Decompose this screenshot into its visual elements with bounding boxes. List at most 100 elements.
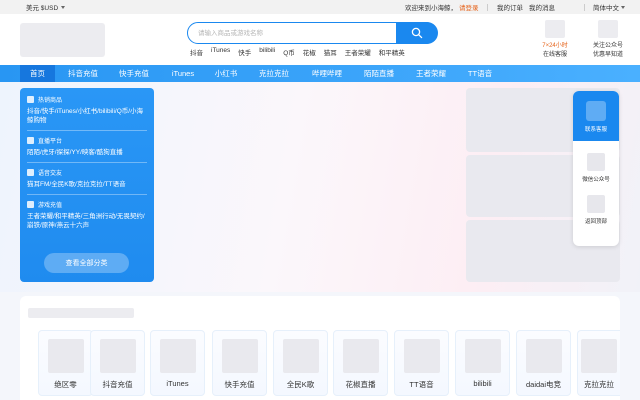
game-thumbnail	[581, 339, 617, 373]
game-label: 抖音充值	[102, 380, 133, 389]
login-link[interactable]: 请登录	[459, 5, 479, 12]
floating-sidebar: 联系客服 微信公众号 返回顶部	[573, 91, 619, 246]
section-title-placeholder	[28, 308, 134, 318]
game-label: 绝区零	[54, 380, 77, 389]
nav-item[interactable]: 陌陌直播	[358, 65, 400, 82]
category-voice: 语音交友 猫耳FM/全民K歌/克拉克拉/TT语音	[27, 168, 147, 189]
category-live: 直播平台 陌陌/虎牙/探探/YY/映客/酷狗直播	[27, 136, 147, 157]
category-title[interactable]: 直播平台	[27, 136, 147, 145]
divider	[584, 4, 585, 11]
wechat-follow[interactable]: 关注公众号 优惠早知道	[588, 20, 628, 58]
currency-label: 美元 $USD	[26, 5, 59, 12]
microphone-icon	[27, 169, 34, 176]
chevron-down-icon	[61, 5, 66, 9]
game-label: TT语音	[409, 380, 434, 389]
game-thumbnail	[525, 339, 562, 373]
category-links[interactable]: 抖音/快手/iTunes/小红书/bilibili/Q币/小海鲸购物	[27, 107, 147, 125]
view-all-categories-button[interactable]: 查看全部分类	[44, 253, 129, 273]
game-thumbnail	[221, 339, 258, 373]
headset-icon	[586, 101, 606, 121]
category-title[interactable]: 游戏充值	[27, 200, 147, 209]
game-card[interactable]: 克拉克拉	[577, 330, 620, 396]
search-input[interactable]	[198, 27, 388, 39]
games-section: 绝区零 抖音充值 iTunes 快手充值 全民K歌 花椒直播 TT语音 bili…	[20, 296, 620, 400]
wechat-account-button[interactable]: 微信公众号	[573, 153, 619, 183]
game-thumbnail	[159, 339, 196, 373]
currency-selector[interactable]: 美元 $USD	[26, 2, 66, 12]
nav-item-home[interactable]: 首页	[20, 65, 55, 82]
game-thumbnail	[282, 339, 319, 373]
search-icon	[411, 27, 422, 38]
game-label: bilibili	[473, 379, 492, 388]
game-label: daidai电竞	[525, 380, 562, 389]
contact-service-button[interactable]: 联系客服	[573, 91, 619, 141]
hot-link[interactable]: 猫耳	[324, 47, 337, 57]
category-title-label: 语音交友	[38, 171, 63, 177]
divider	[520, 4, 521, 11]
nav-item[interactable]: 王者荣耀	[410, 65, 452, 82]
contact-service-label: 联系客服	[584, 127, 607, 133]
game-card[interactable]: iTunes	[150, 330, 205, 396]
headset-icon	[545, 20, 565, 38]
game-card[interactable]: 全民K歌	[273, 330, 328, 396]
hot-link[interactable]: bilibili	[259, 47, 275, 57]
game-card[interactable]: 快手充值	[212, 330, 267, 396]
category-title[interactable]: 热销商品	[27, 95, 147, 104]
nav-item[interactable]: iTunes	[164, 65, 202, 82]
divider	[27, 130, 147, 131]
game-label: iTunes	[166, 379, 189, 388]
back-to-top-label: 返回顶部	[584, 219, 607, 225]
hot-link[interactable]: 王者荣耀	[345, 47, 371, 57]
category-title-label: 热销商品	[38, 98, 63, 104]
category-title[interactable]: 语音交友	[27, 168, 147, 177]
language-selector[interactable]: 简体中文	[593, 2, 625, 12]
site-logo[interactable]	[20, 23, 105, 57]
game-label: 全民K歌	[286, 380, 315, 389]
hot-link[interactable]: 抖音	[190, 47, 203, 57]
game-thumbnail	[47, 339, 84, 373]
arrow-up-icon	[587, 195, 605, 213]
search-button[interactable]	[395, 21, 438, 44]
category-links[interactable]: 猫耳FM/全民K歌/克拉克拉/TT语音	[27, 180, 147, 189]
back-to-top-button[interactable]: 返回顶部	[573, 195, 619, 225]
game-card[interactable]: daidai电竞	[516, 330, 571, 396]
nav-item[interactable]: 小红书	[209, 65, 243, 82]
nav-item[interactable]: 哔哩哔哩	[305, 65, 349, 82]
game-card[interactable]: 绝区零	[38, 330, 93, 396]
search-bar	[187, 21, 438, 44]
divider	[487, 4, 488, 11]
hot-link[interactable]: 花椒	[303, 47, 316, 57]
hotline-label: 在线客服	[542, 52, 567, 58]
wechat-icon	[587, 153, 605, 171]
welcome-text: 欢迎来到小海鲸， 请登录	[405, 2, 479, 12]
game-label: 克拉克拉	[584, 380, 614, 389]
welcome-label: 欢迎来到小海鲸，	[405, 5, 457, 12]
game-card[interactable]: TT语音	[394, 330, 449, 396]
game-card[interactable]: bilibili	[455, 330, 510, 396]
hot-link[interactable]: 和平精英	[379, 47, 405, 57]
nav-item[interactable]: TT语音	[462, 65, 498, 82]
category-links[interactable]: 陌陌/虎牙/探探/YY/映客/酷狗直播	[27, 148, 147, 157]
online-service[interactable]: 7×24小时 在线客服	[538, 20, 572, 58]
live-icon	[27, 137, 34, 144]
nav-item[interactable]: 快手充值	[113, 65, 155, 82]
main-nav: 首页 抖音充值 快手充值 iTunes 小红书 克拉克拉 哔哩哔哩 陌陌直播 王…	[0, 65, 640, 82]
qr-code-icon	[598, 20, 618, 38]
my-messages-link[interactable]: 我的消息	[529, 2, 555, 12]
game-card[interactable]: 抖音充值	[90, 330, 145, 396]
language-label: 简体中文	[593, 5, 619, 12]
wechat-sublabel: 优惠早知道	[592, 52, 623, 58]
game-card[interactable]: 花椒直播	[333, 330, 388, 396]
hot-link[interactable]: 快手	[238, 47, 251, 57]
category-links[interactable]: 王者荣耀/和平精英/三角洲行动/无畏契约/崩铁/原神/燕云十六声	[27, 212, 147, 230]
hot-search-links: 抖音 iTunes 快手 bilibili Q币 花椒 猫耳 王者荣耀 和平精英	[190, 47, 405, 57]
header: 抖音 iTunes 快手 bilibili Q币 花椒 猫耳 王者荣耀 和平精英…	[0, 14, 640, 65]
hot-link[interactable]: iTunes	[211, 47, 230, 57]
category-hot: 热销商品 抖音/快手/iTunes/小红书/bilibili/Q币/小海鲸购物	[27, 95, 147, 125]
game-thumbnail	[464, 339, 501, 373]
nav-item[interactable]: 抖音充值	[62, 65, 104, 82]
divider	[27, 162, 147, 163]
nav-item[interactable]: 克拉克拉	[253, 65, 295, 82]
category-title-label: 游戏充值	[38, 203, 63, 209]
hot-link[interactable]: Q币	[283, 47, 295, 57]
